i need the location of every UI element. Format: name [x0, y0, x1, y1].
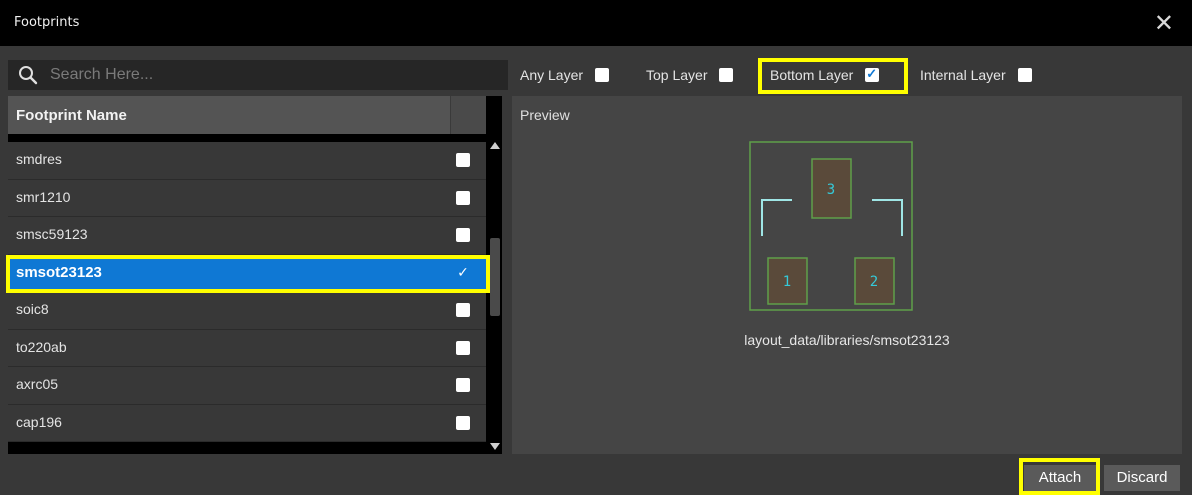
scroll-thumb[interactable]: [490, 238, 500, 316]
internal-layer-checkbox[interactable]: [1017, 68, 1032, 82]
window-title: Footprints: [14, 15, 80, 30]
bottom-layer-label: Bottom Layer: [770, 67, 854, 83]
top-layer-option[interactable]: Top Layer: [646, 64, 734, 86]
table-row[interactable]: axrc05: [8, 367, 486, 405]
bottom-layer-option[interactable]: Bottom Layer: [770, 64, 880, 86]
table-row-selected[interactable]: smsot23123 ✓: [8, 254, 486, 292]
any-layer-option[interactable]: Any Layer: [520, 64, 610, 86]
scroll-down-icon[interactable]: [490, 443, 500, 450]
row-checkbox[interactable]: [456, 303, 470, 317]
footprint-name: smsot23123: [16, 263, 102, 281]
table-row[interactable]: smdres: [8, 142, 486, 180]
footprint-name: soic8: [16, 301, 49, 317]
check-column-header: [450, 96, 486, 134]
preview-panel: Preview 3 1 2 layout_data/libraries/smso…: [512, 96, 1182, 454]
row-checkbox[interactable]: [456, 228, 470, 242]
top-layer-checkbox[interactable]: [719, 68, 734, 82]
table-row[interactable]: to220ab: [8, 329, 486, 367]
title-bar: Footprints ✕: [0, 0, 1192, 46]
table-header: Footprint Name: [8, 96, 486, 134]
footprint-name: cap196: [16, 413, 62, 430]
table-row[interactable]: soic8: [8, 292, 486, 330]
discard-button[interactable]: Discard: [1104, 465, 1180, 491]
bottom-layer-checkbox[interactable]: [865, 66, 880, 82]
close-icon[interactable]: ✕: [1154, 9, 1174, 37]
table-row[interactable]: smr1210: [8, 179, 486, 217]
footprint-rows: smdres smr1210 smsc59123 smsot23123 ✓ so…: [8, 142, 486, 442]
pad-2-label: 2: [870, 274, 878, 290]
table-scrollbar[interactable]: [488, 138, 502, 454]
footprint-name-header[interactable]: Footprint Name: [16, 107, 127, 124]
row-checkbox[interactable]: [456, 153, 470, 167]
search-box[interactable]: [8, 60, 508, 90]
internal-layer-label: Internal Layer: [920, 67, 1006, 83]
pad-1-label: 1: [783, 274, 791, 290]
footprints-dialog: Footprint Name smdres smr1210 smsc59123 …: [0, 46, 1192, 495]
search-input[interactable]: [50, 60, 500, 90]
table-row[interactable]: smsc59123: [8, 217, 486, 255]
footprint-path: layout_data/libraries/smsot23123: [744, 332, 950, 348]
layer-filter-bar: Any Layer Top Layer Bottom Layer Interna…: [512, 56, 1188, 94]
silkscreen-left: [761, 199, 792, 236]
row-checkbox[interactable]: [456, 190, 470, 205]
pad-3-label: 3: [827, 182, 835, 198]
top-layer-label: Top Layer: [646, 67, 708, 83]
attach-button[interactable]: Attach: [1024, 465, 1096, 491]
check-icon[interactable]: ✓: [456, 266, 470, 280]
footprint-name: smdres: [16, 151, 62, 167]
footprint-name: axrc05: [16, 376, 59, 392]
scroll-up-icon[interactable]: [490, 142, 500, 149]
silkscreen-right: [872, 199, 903, 236]
row-checkbox[interactable]: [456, 415, 470, 430]
table-row[interactable]: cap196: [8, 404, 486, 442]
footprint-name: smr1210: [16, 188, 71, 205]
footprint-preview: 3 1 2: [749, 141, 913, 311]
any-layer-checkbox[interactable]: [595, 68, 610, 82]
row-checkbox[interactable]: [456, 340, 470, 355]
any-layer-label: Any Layer: [520, 67, 584, 83]
footprint-table: Footprint Name smdres smr1210 smsc59123 …: [8, 96, 502, 454]
internal-layer-option[interactable]: Internal Layer: [920, 64, 1032, 86]
row-checkbox[interactable]: [456, 378, 470, 392]
footprint-name: to220ab: [16, 338, 67, 355]
search-icon: [19, 66, 38, 85]
footprint-name: smsc59123: [16, 226, 88, 242]
